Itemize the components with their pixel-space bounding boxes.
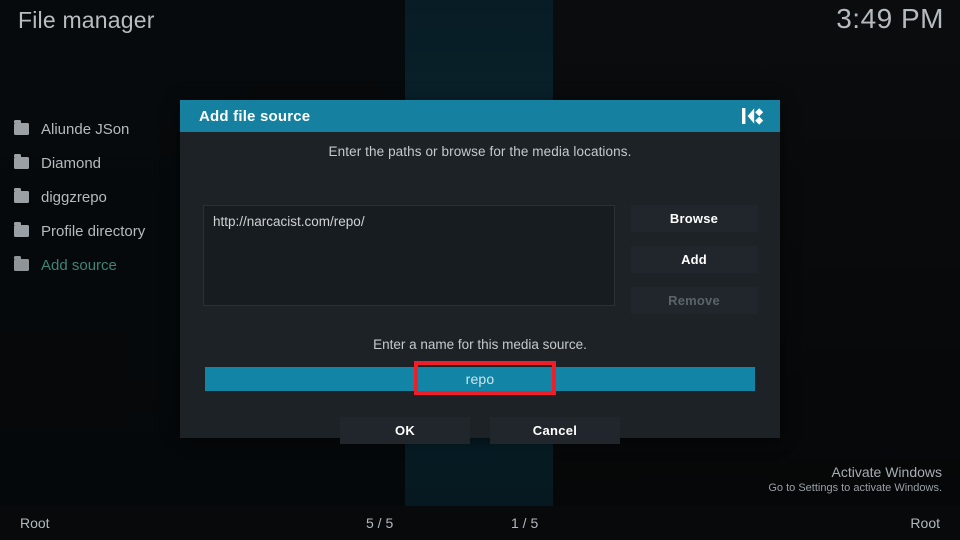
sidebar-item-label: Add source xyxy=(41,256,117,274)
folder-icon xyxy=(14,120,29,135)
sidebar-item-add-source[interactable]: Add source xyxy=(0,248,190,282)
dialog-footer-buttons: OK Cancel xyxy=(180,417,780,445)
file-source-list: Aliunde JSon Diamond diggzrepo Profile d… xyxy=(0,112,190,282)
media-source-name-value: repo xyxy=(465,371,495,387)
dialog-body: Enter the paths or browse for the media … xyxy=(180,132,780,444)
cancel-button[interactable]: Cancel xyxy=(490,417,620,444)
paths-list[interactable]: http://narcacist.com/repo/ xyxy=(203,205,615,306)
paths-hint-label: Enter the paths or browse for the media … xyxy=(328,144,632,159)
paths-action-buttons: Browse Add Remove xyxy=(631,205,757,328)
paths-row: http://narcacist.com/repo/ Browse Add Re… xyxy=(203,205,757,314)
add-file-source-dialog: Add file source Enter the paths or brows… xyxy=(180,100,780,444)
path-list-item[interactable]: http://narcacist.com/repo/ xyxy=(213,214,365,229)
status-bar: Root 5 / 5 1 / 5 Root xyxy=(0,506,960,540)
sidebar-item-profile-directory[interactable]: Profile directory xyxy=(0,214,190,248)
sidebar-item-diggzrepo[interactable]: diggzrepo xyxy=(0,180,190,214)
add-button[interactable]: Add xyxy=(631,246,757,273)
sidebar-item-label: Aliunde JSon xyxy=(41,120,130,138)
dialog-header: Add file source xyxy=(180,100,780,132)
clock: 3:49 PM xyxy=(836,3,944,34)
status-left-path: Root xyxy=(20,515,50,531)
watermark-subtitle: Go to Settings to activate Windows. xyxy=(768,482,942,494)
media-source-name-input[interactable]: repo xyxy=(205,367,755,391)
sidebar-item-label: Diamond xyxy=(41,154,102,172)
folder-icon xyxy=(14,222,29,237)
status-right-count: 1 / 5 xyxy=(511,515,539,531)
name-hint-label: Enter a name for this media source. xyxy=(373,337,587,352)
ok-button[interactable]: OK xyxy=(340,417,470,444)
remove-button: Remove xyxy=(631,287,757,314)
status-right-path: Root xyxy=(910,515,940,531)
sidebar-item-aliunde-json[interactable]: Aliunde JSon xyxy=(0,112,190,146)
sidebar-item-diamond[interactable]: Diamond xyxy=(0,146,190,180)
browse-button[interactable]: Browse xyxy=(631,205,757,232)
windows-activation-watermark: Activate Windows Go to Settings to activ… xyxy=(768,463,942,496)
dialog-title: Add file source xyxy=(199,107,311,125)
sidebar-item-label: diggzrepo xyxy=(41,188,107,206)
kodi-file-manager-screen: File manager 3:49 PM Aliunde JSon Diamon… xyxy=(0,0,960,540)
top-bar: File manager 3:49 PM xyxy=(0,0,960,48)
folder-icon xyxy=(14,256,29,271)
folder-icon xyxy=(14,188,29,203)
watermark-title: Activate Windows xyxy=(831,464,942,480)
sidebar-item-label: Profile directory xyxy=(41,222,146,240)
page-title: File manager xyxy=(18,7,155,33)
status-left-count: 5 / 5 xyxy=(366,515,394,531)
folder-icon xyxy=(14,154,29,169)
kodi-logo-icon xyxy=(741,104,767,128)
